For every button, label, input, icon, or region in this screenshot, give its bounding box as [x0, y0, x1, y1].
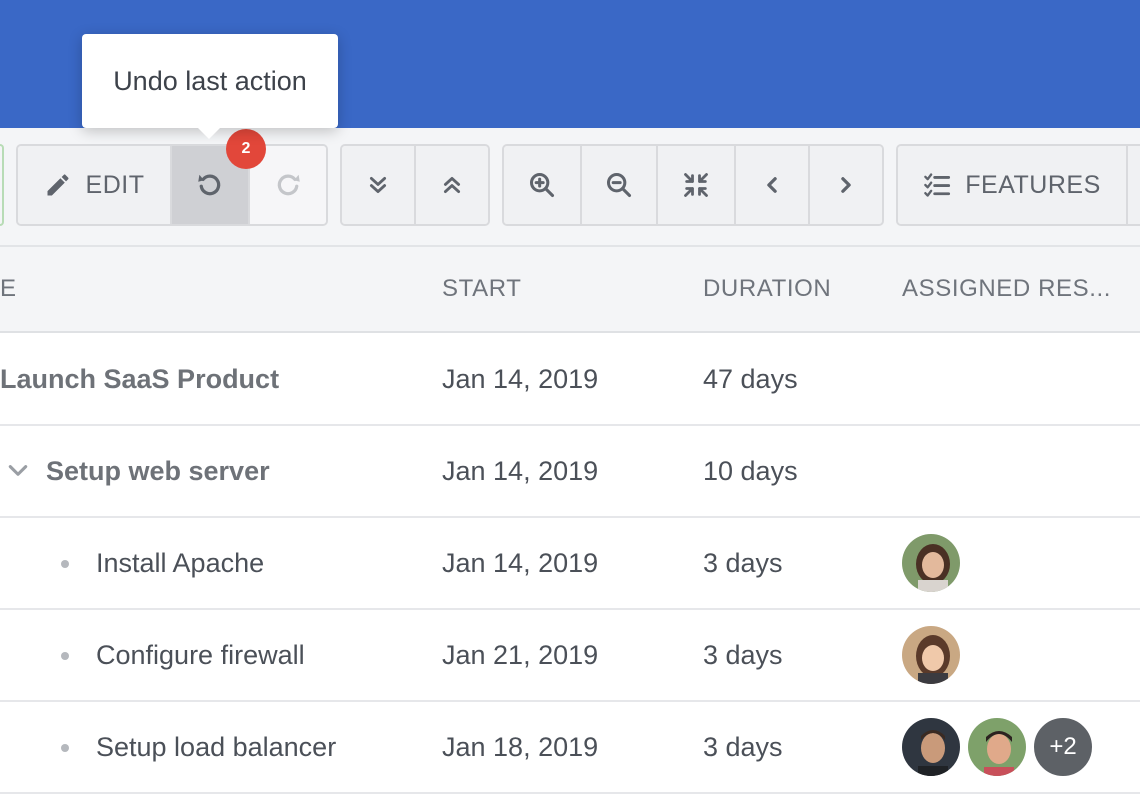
expand-collapse-group [340, 144, 490, 226]
redo-icon [277, 174, 300, 196]
task-start: Jan 14, 2019 [442, 548, 599, 578]
pencil-icon [47, 174, 69, 196]
table-row[interactable]: Setup load balancer Jan 18, 2019 3 days … [0, 702, 1140, 794]
expand-all-button[interactable] [342, 146, 416, 224]
zoom-to-fit-button[interactable] [658, 146, 736, 224]
next-button[interactable] [810, 146, 882, 224]
double-chevron-down-icon [369, 176, 387, 194]
task-start: Jan 21, 2019 [442, 640, 599, 670]
task-name: Configure firewall [96, 640, 305, 670]
features-button[interactable]: FEATURES [898, 146, 1128, 224]
avatar[interactable] [900, 716, 962, 778]
task-duration: 3 days [703, 732, 783, 762]
leaf-bullet [61, 652, 69, 660]
more-resources-avatar[interactable]: +2 [1032, 716, 1094, 778]
zoom-nav-group [502, 144, 884, 226]
avatar[interactable] [900, 624, 962, 686]
features-group: FEATURES [896, 144, 1140, 226]
grid-header: E START DURATION ASSIGNED RES... [0, 245, 1140, 333]
task-start: Jan 14, 2019 [442, 456, 599, 486]
task-duration: 10 days [703, 456, 798, 486]
zoom-in-icon [529, 172, 555, 198]
checklist-icon [924, 173, 951, 197]
edit-button[interactable]: EDIT [18, 146, 172, 224]
collapse-all-button[interactable] [416, 146, 488, 224]
toolbar: EDIT FEATURES [0, 128, 1140, 245]
compress-icon [684, 173, 708, 197]
leaf-bullet [61, 560, 69, 568]
tooltip-text: Undo last action [113, 65, 307, 96]
chevron-left-icon [767, 177, 777, 193]
features-label: FEATURES [965, 170, 1101, 199]
column-header-resources[interactable]: ASSIGNED RES... [902, 275, 1111, 303]
zoom-out-button[interactable] [582, 146, 658, 224]
table-row[interactable]: Configure firewall Jan 21, 2019 3 days [0, 610, 1140, 702]
zoom-out-icon [606, 172, 632, 198]
task-duration: 3 days [703, 640, 783, 670]
task-name: Setup load balancer [96, 732, 337, 762]
chevron-down-icon[interactable] [7, 460, 29, 482]
undo-tooltip: Undo last action [82, 34, 338, 128]
task-name: Install Apache [96, 548, 265, 578]
task-start: Jan 14, 2019 [442, 364, 599, 394]
table-row[interactable]: Launch SaaS Product Jan 14, 2019 47 days [0, 334, 1140, 426]
table-row[interactable]: Install Apache Jan 14, 2019 3 days [0, 518, 1140, 610]
column-header-name[interactable]: E [0, 275, 17, 303]
tooltip-arrow [196, 126, 222, 139]
column-header-duration[interactable]: DURATION [703, 275, 831, 303]
partial-button-edge[interactable] [0, 144, 4, 226]
double-chevron-up-icon [443, 176, 461, 194]
features-group-overflow[interactable] [1128, 146, 1140, 224]
undo-count-badge: 2 [226, 129, 266, 169]
zoom-in-button[interactable] [504, 146, 582, 224]
column-header-start[interactable]: START [442, 275, 521, 303]
undo-icon [198, 174, 221, 196]
task-start: Jan 18, 2019 [442, 732, 599, 762]
task-name: Launch SaaS Product [0, 364, 280, 394]
avatar[interactable] [900, 532, 962, 594]
task-name: Setup web server [46, 456, 270, 486]
edit-undo-redo-group: EDIT [16, 144, 328, 226]
edit-label: EDIT [85, 170, 145, 199]
task-duration: 3 days [703, 548, 783, 578]
table-row[interactable]: Setup web server Jan 14, 2019 10 days [0, 426, 1140, 518]
avatar[interactable] [966, 716, 1028, 778]
task-duration: 47 days [703, 364, 798, 394]
previous-button[interactable] [736, 146, 810, 224]
leaf-bullet [61, 744, 69, 752]
chevron-right-icon [841, 177, 851, 193]
